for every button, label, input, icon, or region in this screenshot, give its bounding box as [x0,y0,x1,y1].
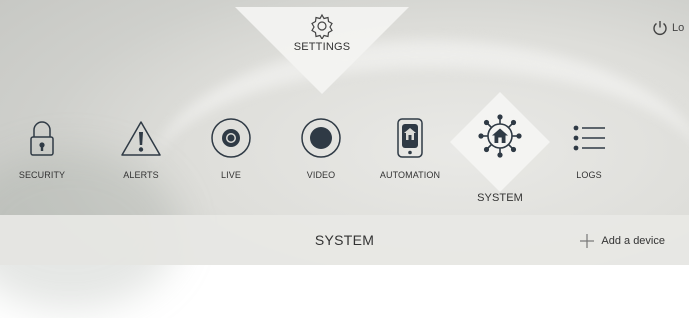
record-icon [301,118,341,158]
lock-icon [30,121,54,156]
system-network-home-icon [478,114,522,158]
nav-item-alerts[interactable]: ALERTS [96,95,186,215]
logout-label: Lo [672,22,685,34]
nav-label-alerts: ALERTS [123,170,159,180]
list-icon [573,125,605,151]
settings-label: SETTINGS [293,41,351,53]
nav-label-video: VIDEO [306,170,336,180]
nav-label-security: SECURITY [18,170,66,180]
nav-item-logs[interactable]: LOGS [544,95,634,215]
automation-device-icon [397,118,423,158]
settings-tab[interactable]: SETTINGS [235,7,409,94]
nav-item-live[interactable]: LIVE [186,95,276,215]
nav-label-system: SYSTEM [477,192,523,204]
power-icon [653,21,667,35]
live-camera-icon [211,118,251,158]
section-header-bar: SYSTEM Add a device [0,215,689,265]
add-device-label: Add a device [601,235,665,247]
main-nav: SECURITY ALERTS LIVE VIDEO AUTOMATION SY… [0,92,689,215]
alert-triangle-icon [121,121,161,156]
nav-label-live: LIVE [221,170,241,180]
nav-item-automation[interactable]: AUTOMATION [365,95,455,215]
add-device-button[interactable]: Add a device [579,233,665,249]
nav-label-logs: LOGS [576,170,602,180]
plus-icon [580,234,595,248]
nav-item-system[interactable]: SYSTEM [450,92,550,215]
nav-label-automation: AUTOMATION [379,170,441,180]
gear-icon [311,13,333,39]
nav-item-security[interactable]: SECURITY [0,95,87,215]
logout-button[interactable]: Lo [651,19,684,37]
nav-item-video[interactable]: VIDEO [276,95,366,215]
